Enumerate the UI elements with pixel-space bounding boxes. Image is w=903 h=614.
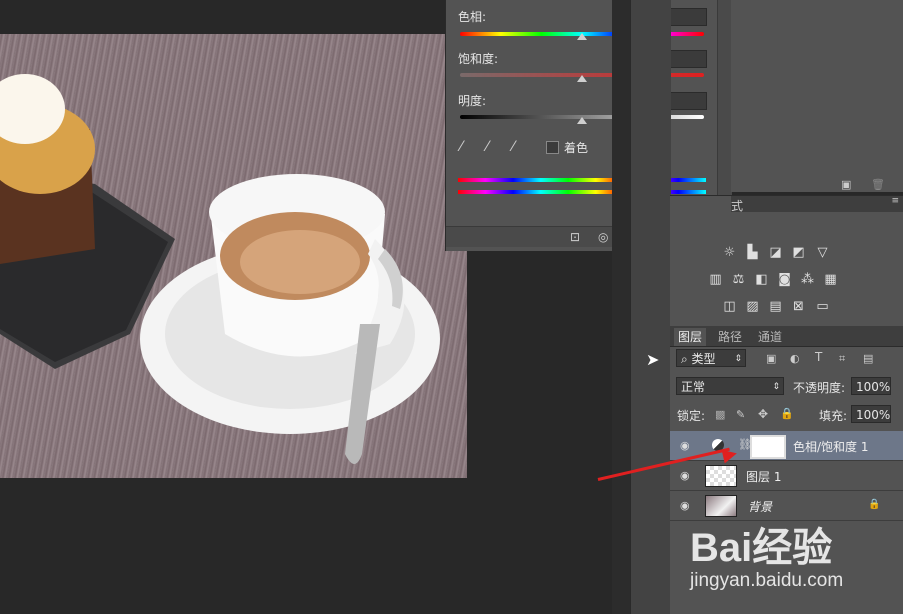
filter-pixel-icon[interactable]: ▣: [766, 352, 776, 365]
colorize-checkbox[interactable]: [546, 141, 559, 154]
hue-label: 色相:: [458, 10, 487, 24]
fill-input[interactable]: 100%: [851, 405, 891, 423]
layer-mask-thumbnail[interactable]: [750, 435, 786, 459]
filter-shape-icon[interactable]: ⌗: [839, 352, 845, 366]
balance-icon[interactable]: ⚖: [731, 273, 746, 286]
exposure-icon[interactable]: ◩: [791, 246, 806, 259]
upper-panel: ▣ 🗑: [731, 0, 903, 192]
black-white-icon[interactable]: ◧: [754, 273, 769, 286]
chevron-icon: ⇕: [772, 382, 780, 392]
new-item-icon[interactable]: ▣: [841, 178, 851, 191]
selective-color-icon[interactable]: ⊠: [791, 300, 806, 313]
eyedropper-minus-icon[interactable]: ⁄: [512, 139, 514, 155]
saturation-label: 饱和度:: [458, 52, 499, 66]
saturation-slider-thumb[interactable]: [577, 75, 587, 82]
watermark-brand: Bai经验: [690, 526, 833, 570]
cursor-icon: ➤: [646, 350, 660, 369]
photo-filter-icon[interactable]: ◙: [777, 273, 792, 286]
document-canvas[interactable]: [0, 34, 467, 478]
watermark-url: jingyan.baidu.com: [690, 570, 844, 591]
opacity-input[interactable]: 100%: [851, 377, 891, 395]
lock-paint-icon[interactable]: ✎: [736, 408, 745, 421]
clip-to-layer-icon[interactable]: ⊡: [570, 230, 580, 244]
eyedropper-plus-icon[interactable]: ⁄: [486, 139, 488, 155]
blend-mode-value: 正常: [681, 380, 706, 394]
eye-icon[interactable]: ◉: [680, 499, 690, 512]
blend-mode-select[interactable]: 正常 ⇕: [676, 377, 784, 395]
lock-move-icon[interactable]: ✥: [758, 407, 768, 421]
layer-thumbnail: [705, 495, 737, 517]
layer-name: 图层 1: [746, 470, 782, 484]
colorize-label: 着色: [564, 141, 589, 155]
filter-smart-icon[interactable]: ▤: [863, 352, 873, 365]
dock-gap: [612, 0, 630, 614]
search-icon: ⌕: [681, 352, 692, 366]
eyedropper-icon[interactable]: ⁄: [460, 139, 462, 155]
layer-name: 背景: [748, 500, 773, 514]
panel-menu-icon[interactable]: ≡: [891, 196, 899, 206]
levels-icon[interactable]: ▙: [745, 246, 760, 259]
tab-layers[interactable]: 图层: [674, 328, 707, 346]
coffee-photo: [0, 74, 440, 464]
layer-row-layer1[interactable]: ◉ 图层 1: [670, 461, 903, 491]
color-lookup-icon[interactable]: ▦: [823, 273, 838, 286]
opacity-label: 不透明度:: [793, 381, 846, 395]
chevron-icon: ⇕: [734, 354, 742, 364]
channel-mixer-icon[interactable]: ⁂: [800, 273, 815, 286]
filter-kind-value: 类型: [691, 352, 716, 366]
hue-slider-thumb[interactable]: [577, 33, 587, 40]
lock-icon: 🔒: [868, 499, 881, 510]
lock-all-icon[interactable]: 🔒: [780, 407, 794, 420]
fill-label: 填充:: [819, 409, 848, 423]
gradient-map-icon[interactable]: ▭: [815, 300, 830, 313]
filter-type-icon[interactable]: T: [815, 350, 822, 364]
properties-scrollbar[interactable]: ▼: [717, 0, 732, 225]
brightness-icon[interactable]: ☼: [722, 246, 737, 259]
adjustments-tab[interactable]: 式: [731, 197, 743, 214]
tab-channels[interactable]: 通道: [754, 328, 786, 346]
delete-item-icon[interactable]: 🗑: [871, 178, 885, 191]
layers-tabbar: 图层 路径 通道: [670, 326, 903, 347]
lock-transparent-icon[interactable]: ▩: [715, 408, 725, 421]
curves-icon[interactable]: ◪: [768, 246, 783, 259]
collapsed-dock: [630, 0, 671, 614]
invert-icon[interactable]: ◫: [722, 300, 737, 313]
lock-label: 锁定:: [677, 409, 706, 423]
filter-adjustment-icon[interactable]: ◐: [790, 352, 800, 365]
layer-name: 色相/饱和度 1: [793, 440, 869, 454]
eye-icon[interactable]: ◉: [680, 439, 690, 452]
lightness-label: 明度:: [458, 94, 487, 108]
filter-kind-select[interactable]: ⌕ 类型 ⇕: [676, 349, 746, 367]
layer-row-hue-saturation[interactable]: ◉ ⛓ 色相/饱和度 1: [670, 431, 903, 461]
threshold-icon[interactable]: ▤: [768, 300, 783, 313]
vibrance-icon[interactable]: ▥: [708, 273, 723, 286]
eye-icon[interactable]: ◉: [680, 469, 690, 482]
view-previous-icon[interactable]: ◎: [598, 230, 608, 244]
adjustments-tabbar: 式 ≡: [731, 196, 903, 214]
lightness-slider-thumb[interactable]: [577, 117, 587, 124]
adjustments-panel: 式 ≡ ☼ ▙ ◪ ◩ ▽ ▥ ⚖ ◧ ◙ ⁂ ▦ ◫ ▨ ▤ ⊠ ▭: [670, 195, 903, 326]
posterize-icon[interactable]: ▨: [745, 300, 760, 313]
gradient-icon[interactable]: ▽: [815, 246, 830, 259]
tab-paths[interactable]: 路径: [714, 328, 746, 346]
layer-thumbnail: [705, 465, 737, 487]
